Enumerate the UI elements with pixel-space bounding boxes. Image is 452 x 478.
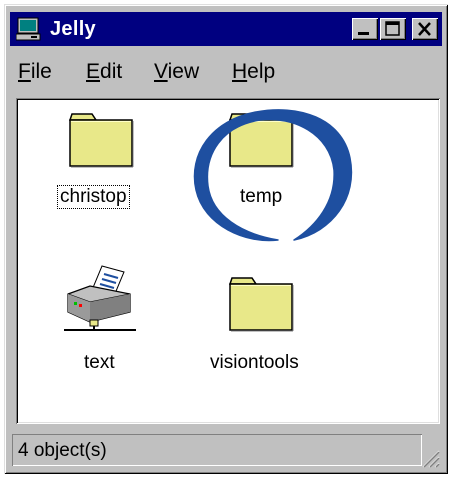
menu-edit[interactable]: Edit (86, 60, 122, 84)
menu-view[interactable]: View (154, 60, 199, 84)
menu-edit-label: dit (100, 60, 123, 83)
printer-icon (64, 265, 136, 331)
menu-file-label: ile (30, 60, 52, 83)
close-icon (418, 22, 431, 36)
minimize-button[interactable] (352, 18, 378, 40)
folder-label-visiontools: visiontools (210, 352, 299, 373)
computer-icon (16, 17, 41, 41)
menu-help[interactable]: Help (232, 60, 275, 84)
menu-file-mnemonic: F (18, 60, 31, 83)
close-button[interactable] (412, 18, 438, 40)
folder-icon (228, 277, 294, 332)
maximize-icon (385, 21, 400, 36)
title-bar[interactable]: Jelly (10, 12, 442, 46)
folder-icon (68, 113, 134, 168)
menu-help-mnemonic: H (232, 60, 248, 83)
menu-view-mnemonic: V (154, 60, 168, 83)
folder-icon (228, 113, 294, 168)
status-pane: 4 object(s) (12, 434, 422, 466)
menu-edit-mnemonic: E (86, 60, 101, 83)
menu-file[interactable]: File (18, 60, 52, 84)
menu-view-label: iew (167, 60, 200, 83)
minimize-icon (358, 32, 369, 35)
status-text: 4 object(s) (18, 440, 107, 461)
menu-help-label: elp (247, 60, 276, 83)
status-bar: 4 object(s) (10, 432, 442, 470)
menu-bar: File Edit View Help (10, 54, 442, 90)
folder-label-christop: christop (57, 185, 130, 209)
folder-contents-pane[interactable]: christop temp text visiontools (16, 98, 440, 424)
folder-label-temp: temp (240, 186, 283, 207)
maximize-button[interactable] (380, 18, 406, 40)
resize-grip-icon[interactable] (420, 448, 440, 468)
window-title: Jelly (50, 18, 96, 40)
explorer-window: Jelly File Edit View Help christop temp … (4, 4, 448, 474)
printer-label-text: text (84, 352, 115, 373)
